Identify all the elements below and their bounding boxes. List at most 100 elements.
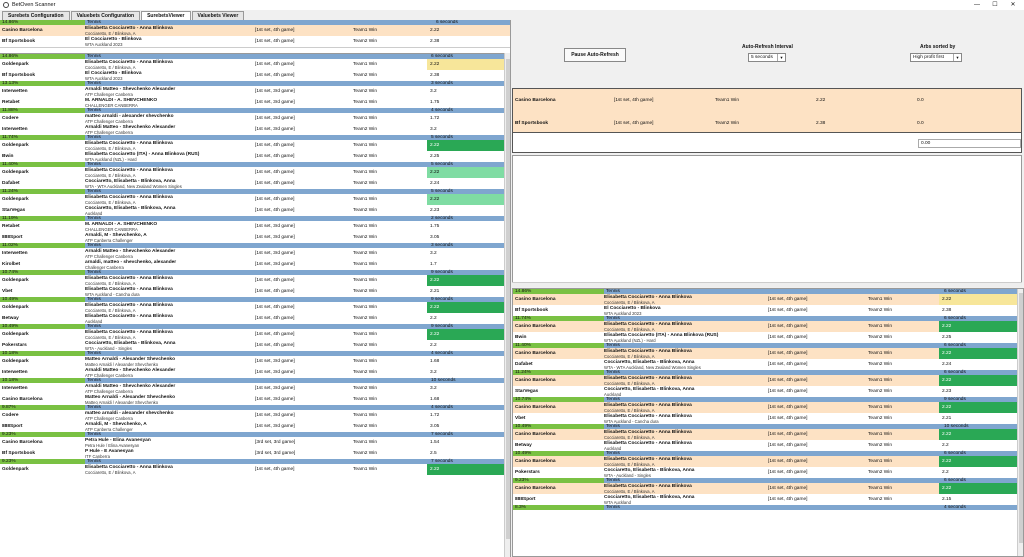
surebet-item[interactable]: 10.49% Tennis 9 seconds Goldenpark Elisabett…: [0, 324, 505, 351]
right-scroll-thumb[interactable]: [1019, 293, 1023, 543]
surebet-item[interactable]: 10.49% Tennis 9 seconds Goldenpark Elisabett…: [0, 297, 505, 324]
surebet-item[interactable]: 10.18% Tennis 4 seconds Goldenpark Matteo Ar…: [0, 351, 505, 378]
horizontal-scrollbar[interactable]: [512, 282, 1022, 287]
market: [1st set, 3rd game]: [255, 424, 295, 429]
bet-row[interactable]: Goldenpark Matteo Arnaldi - Alexander She…: [0, 356, 505, 367]
bet-row[interactable]: Casino Barcelona Elisabetta Cocciaretto -…: [513, 483, 1018, 494]
bet-row[interactable]: Interwetten Arnaldi Matteo - Shevchenko A…: [0, 86, 505, 97]
event-sub: WTA Auckland - Cancha dura: [604, 418, 659, 424]
bet-row[interactable]: Goldenpark Elisabetta Cocciaretto - Anna …: [0, 329, 505, 340]
bet-row[interactable]: 888Sport Arnaldi, M - Shevchenko, A ATP Ca…: [0, 421, 505, 432]
bet-row[interactable]: Betway Elisabetta Cocciaretto - Anna Blin…: [513, 440, 1018, 451]
surebet-item[interactable]: 11.02% Tennis 3 seconds Interwetten Arnaldi …: [0, 243, 505, 270]
bet-row[interactable]: Casino Barcelona Elisabetta Cocciaretto …: [0, 25, 510, 36]
surebet-item[interactable]: 9.23% Tennis 7 seconds Casino Barcelona Petr…: [0, 432, 505, 459]
bet-row[interactable]: Bwin Elisabetta Cocciaretto (ITA) - Anna …: [513, 332, 1018, 343]
bet-row[interactable]: Bf Sportsbook El Cocciaretto - Blinkova W…: [0, 36, 510, 47]
surebet-item[interactable]: 10.74% Tennis 9 seconds Casino Barcelona Eli…: [513, 397, 1018, 424]
market: [1st set, 4th game]: [255, 181, 295, 186]
bet-row[interactable]: Casino Barcelona Petra Hule - Elina Avane…: [0, 437, 505, 448]
surebet-item[interactable]: 10.74% Tennis 9 seconds Goldenpark Elisabett…: [0, 270, 505, 297]
surebet-item[interactable]: 13.13% Tennis 3 seconds Interwetten Arnaldi …: [0, 81, 505, 108]
close-icon[interactable]: ✕: [1004, 0, 1022, 10]
tab-surebets-configuration[interactable]: Surebets Configuration: [2, 11, 70, 20]
bet-row[interactable]: Codere matteo arnaldi - alexander shevche…: [0, 113, 505, 124]
bet-row[interactable]: Casino Barcelona Elisabetta Cocciaretto -…: [513, 294, 1018, 305]
bet-row[interactable]: Goldenpark Elisabetta Cocciaretto - Anna …: [0, 302, 505, 313]
market: [1st set, 4th game]: [768, 470, 808, 475]
bet-row[interactable]: Goldenpark Elisabetta Cocciaretto - Anna …: [0, 140, 505, 151]
surebet-item[interactable]: 11.40% Tennis 6 seconds Casino Barcelona Eli…: [513, 343, 1018, 370]
left-scrollbar[interactable]: [504, 53, 510, 557]
bet-row[interactable]: Bf Sportsbook P Hule - E Avanesyan ITF Can…: [0, 448, 505, 459]
bet-row[interactable]: Casino Barcelona Elisabetta Cocciaretto -…: [513, 375, 1018, 386]
bet-type: Team1 Win: [353, 62, 377, 67]
maximize-icon[interactable]: ☐: [986, 0, 1004, 10]
event: Elisabetta Cocciaretto - Anna Blinkova Co…: [604, 322, 768, 332]
bet-row[interactable]: Dafabet Cocciaretto, Elisabetta - Blinkov…: [513, 359, 1018, 370]
bet-row[interactable]: 888Sport Cocciaretto, Elisabetta - Blinko…: [513, 494, 1018, 505]
bet-row[interactable]: StarVegas Cocciaretto, Elisabetta - Blink…: [0, 205, 505, 216]
selected-surebet[interactable]: 14.86% Tennis 6 seconds Casino Barcelona…: [0, 20, 510, 48]
bet-row[interactable]: Interwetten Arnaldi Matteo - Shevchenko A…: [0, 367, 505, 378]
sport-label: Tennis: [604, 505, 942, 510]
bet-row[interactable]: Interwetten Arnaldi Matteo - Shevchenko A…: [0, 383, 505, 394]
bet-row[interactable]: Vbet Elisabetta Cocciaretto - Anna Blinko…: [513, 413, 1018, 424]
surebet-item[interactable]: 10.18% Tennis 10 seconds Interwetten Arnaldi…: [0, 378, 505, 405]
bet-row[interactable]: Bwin Elisabetta Cocciaretto (ITA) - Anna …: [0, 151, 505, 162]
surebet-item[interactable]: 11.19% Tennis 2 seconds Retabet M. ARNALDI -…: [0, 216, 505, 243]
surebet-item[interactable]: 11.24% Tennis 5 seconds Goldenpark Elisabett…: [0, 189, 505, 216]
bet-row[interactable]: Pokerstars Cocciaretto, Elisabetta - Blin…: [513, 467, 1018, 478]
surebet-item[interactable]: 10.49% Tennis 10 seconds Casino Barcelona El…: [513, 424, 1018, 451]
bet-row[interactable]: Goldenpark Elisabetta Cocciaretto - Anna …: [0, 464, 505, 475]
bet-row[interactable]: Casino Barcelona Elisabetta Cocciaretto -…: [513, 429, 1018, 440]
surebet-item[interactable]: 9.87% Tennis 4 seconds Codere matteo arnaldi…: [0, 405, 505, 432]
bet-row[interactable]: Casino Barcelona Elisabetta Cocciaretto -…: [513, 456, 1018, 467]
bet-row[interactable]: Retabet M. ARNALDI - A. SHEVCHENKO CHALLEN…: [0, 97, 505, 108]
right-scrollbar[interactable]: [1017, 289, 1023, 556]
surebet-item[interactable]: 9.23% Tennis 6 seconds Casino Barcelona Elis…: [513, 478, 1018, 505]
bet-row[interactable]: Kirolbet arnaldi, matteo - shevchenko, al…: [0, 259, 505, 270]
minimize-icon[interactable]: —: [968, 0, 986, 10]
left-scroll-thumb[interactable]: [506, 59, 510, 539]
bet-row[interactable]: Dafabet Cocciaretto, Elisabetta - Blinkov…: [0, 178, 505, 189]
bet-row[interactable]: Interwetten Arnaldi Matteo - Shevchenko A…: [0, 124, 505, 135]
bet-row[interactable]: 888Sport Arnaldi, M - Shevchenko, A ATP Ca…: [0, 232, 505, 243]
bet-row[interactable]: StarVegas Cocciaretto, Elisabetta - Blink…: [513, 386, 1018, 397]
bet-row[interactable]: Interwetten Arnaldi Matteo - Shevchenko A…: [0, 248, 505, 259]
sort-select[interactable]: High profit first ▾: [910, 53, 962, 62]
bet-row[interactable]: Pokerstars Cocciaretto, Elisabetta - Blin…: [0, 340, 505, 351]
total-stake-input[interactable]: 0.00: [918, 139, 1021, 148]
tab-surebets-viewer[interactable]: SurebetsViewer: [141, 11, 191, 20]
surebet-item[interactable]: 14.86% Tennis 6 seconds Casino Barcelona Eli…: [513, 289, 1018, 316]
arb-detail-row[interactable]: Casino Barcelona [1st set, 4th game] Tea…: [513, 89, 1021, 112]
surebet-item[interactable]: 14.86% Tennis 6 seconds Goldenpark Elisabett…: [0, 54, 505, 81]
bet-row[interactable]: Goldenpark Elisabetta Cocciaretto - Anna …: [0, 275, 505, 286]
surebet-item[interactable]: 11.74% Tennis 6 seconds Casino Barcelona Eli…: [513, 316, 1018, 343]
bet-row[interactable]: Vbet Elisabetta Cocciaretto - Anna Blinko…: [0, 286, 505, 297]
surebet-item[interactable]: 11.74% Tennis 5 seconds Goldenpark Elisabett…: [0, 135, 505, 162]
bet-row[interactable]: Casino Barcelona Elisabetta Cocciaretto -…: [513, 321, 1018, 332]
bet-row[interactable]: Codere matteo arnaldi - alexander shevche…: [0, 410, 505, 421]
bet-type: Team1 Win: [353, 467, 377, 472]
surebet-item[interactable]: 11.88% Tennis 4 seconds Codere matteo arnald…: [0, 108, 505, 135]
bet-row[interactable]: Goldenpark Elisabetta Cocciaretto - Anna …: [0, 59, 505, 70]
pause-auto-refresh-button[interactable]: Pause Auto-Refresh: [564, 48, 626, 62]
bet-row[interactable]: Casino Barcelona Elisabetta Cocciaretto -…: [513, 348, 1018, 359]
surebet-item[interactable]: 8.3% Tennis 4 seconds: [513, 505, 1018, 510]
bet-row[interactable]: Bf Sportsbook El Cocciaretto - Blinkova WT…: [0, 70, 505, 81]
interval-select[interactable]: 5 seconds ▾: [748, 53, 786, 62]
tab-valuebets-viewer[interactable]: Valuebets Viewer: [191, 11, 245, 20]
bet-row[interactable]: Bf Sportsbook El Cocciaretto - Blinkova WT…: [513, 305, 1018, 316]
surebet-item[interactable]: 11.24% Tennis 6 seconds Casino Barcelona Eli…: [513, 370, 1018, 397]
bet-row[interactable]: Betway Elisabetta Cocciaretto - Anna Blin…: [0, 313, 505, 324]
surebet-item[interactable]: 9.23% Tennis 7 seconds Goldenpark Elisabetta…: [0, 459, 505, 475]
bet-row[interactable]: Casino Barcelona Matteo Arnaldi - Alexand…: [0, 394, 505, 405]
bet-row[interactable]: Casino Barcelona Elisabetta Cocciaretto -…: [513, 402, 1018, 413]
surebet-item[interactable]: 11.40% Tennis 5 seconds Goldenpark Elisabett…: [0, 162, 505, 189]
tab-valuebets-configuration[interactable]: Valuebets Configuration: [70, 11, 141, 20]
bet-row[interactable]: Goldenpark Elisabetta Cocciaretto - Anna …: [0, 194, 505, 205]
bet-row[interactable]: Retabet M. ARNALDI - A. SHEVCHENKO CHALLEN…: [0, 221, 505, 232]
bet-row[interactable]: Goldenpark Elisabetta Cocciaretto - Anna …: [0, 167, 505, 178]
surebet-item[interactable]: 10.49% Tennis 6 seconds Casino Barcelona Eli…: [513, 451, 1018, 478]
